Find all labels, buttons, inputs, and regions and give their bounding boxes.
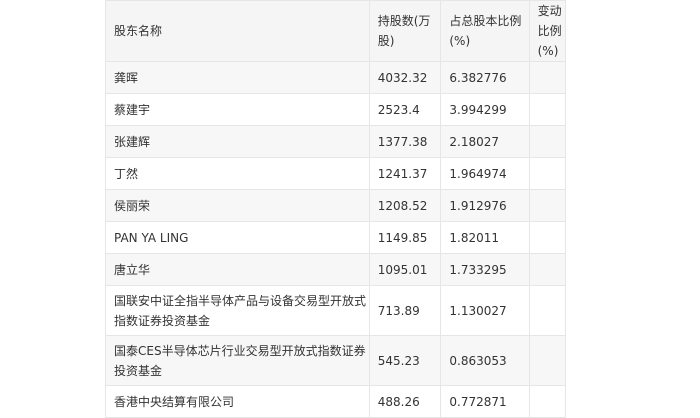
shareholders-table-container: 股东名称 持股数(万股) 占总股本比例(%) 变动比例(%) 龚晖 4032.3… [105, 0, 567, 418]
table-row: 侯丽荣 1208.52 1.912976 [105, 189, 567, 222]
cell-shares: 1377.38 [368, 125, 442, 158]
cell-shares: 1241.37 [368, 157, 442, 190]
cell-shareholder-name: 龚晖 [105, 61, 370, 94]
cell-shares: 4032.32 [368, 61, 442, 94]
cell-ratio: 2.18027 [440, 125, 530, 158]
table-row: 龚晖 4032.32 6.382776 [105, 61, 567, 94]
cell-ratio: 0.772871 [440, 385, 530, 418]
cell-change [528, 385, 567, 418]
cell-shares: 1208.52 [368, 189, 442, 222]
cell-ratio: 1.964974 [440, 157, 530, 190]
table-header-row: 股东名称 持股数(万股) 占总股本比例(%) 变动比例(%) [105, 0, 567, 62]
cell-shareholder-name: PAN YA LING [105, 221, 370, 254]
cell-change [528, 157, 567, 190]
cell-change [528, 253, 567, 286]
cell-change [528, 189, 567, 222]
header-shares: 持股数(万股) [368, 0, 442, 62]
cell-shareholder-name: 侯丽荣 [105, 189, 370, 222]
header-change: 变动比例(%) [528, 0, 567, 62]
shareholders-table: 股东名称 持股数(万股) 占总股本比例(%) 变动比例(%) 龚晖 4032.3… [105, 0, 567, 418]
table-row: 唐立华 1095.01 1.733295 [105, 253, 567, 286]
cell-change [528, 61, 567, 94]
cell-ratio: 1.912976 [440, 189, 530, 222]
cell-shareholder-name: 蔡建宇 [105, 93, 370, 126]
cell-ratio: 1.130027 [440, 285, 530, 336]
cell-ratio: 0.863053 [440, 335, 530, 386]
table-row: 张建辉 1377.38 2.18027 [105, 125, 567, 158]
table-row: 国联安中证全指半导体产品与设备交易型开放式指数证券投资基金 713.89 1.1… [105, 285, 567, 336]
cell-ratio: 1.733295 [440, 253, 530, 286]
cell-shareholder-name: 张建辉 [105, 125, 370, 158]
cell-ratio: 1.82011 [440, 221, 530, 254]
header-shareholder-name: 股东名称 [105, 0, 370, 62]
cell-shares: 1095.01 [368, 253, 442, 286]
cell-shares: 713.89 [368, 285, 442, 336]
cell-shares: 488.26 [368, 385, 442, 418]
cell-ratio: 6.382776 [440, 61, 530, 94]
cell-change [528, 285, 567, 336]
cell-shares: 1149.85 [368, 221, 442, 254]
cell-shareholder-name: 国泰CES半导体芯片行业交易型开放式指数证券投资基金 [105, 335, 370, 386]
cell-change [528, 93, 567, 126]
cell-shareholder-name: 国联安中证全指半导体产品与设备交易型开放式指数证券投资基金 [105, 285, 370, 336]
table-row: PAN YA LING 1149.85 1.82011 [105, 221, 567, 254]
table-row: 香港中央结算有限公司 488.26 0.772871 [105, 385, 567, 418]
cell-shareholder-name: 唐立华 [105, 253, 370, 286]
cell-shares: 545.23 [368, 335, 442, 386]
cell-ratio: 3.994299 [440, 93, 530, 126]
cell-shares: 2523.4 [368, 93, 442, 126]
table-row: 丁然 1241.37 1.964974 [105, 157, 567, 190]
table-row: 国泰CES半导体芯片行业交易型开放式指数证券投资基金 545.23 0.8630… [105, 335, 567, 386]
cell-shareholder-name: 香港中央结算有限公司 [105, 385, 370, 418]
cell-shareholder-name: 丁然 [105, 157, 370, 190]
table-row: 蔡建宇 2523.4 3.994299 [105, 93, 567, 126]
cell-change [528, 221, 567, 254]
cell-change [528, 125, 567, 158]
header-ratio: 占总股本比例(%) [440, 0, 530, 62]
cell-change [528, 335, 567, 386]
